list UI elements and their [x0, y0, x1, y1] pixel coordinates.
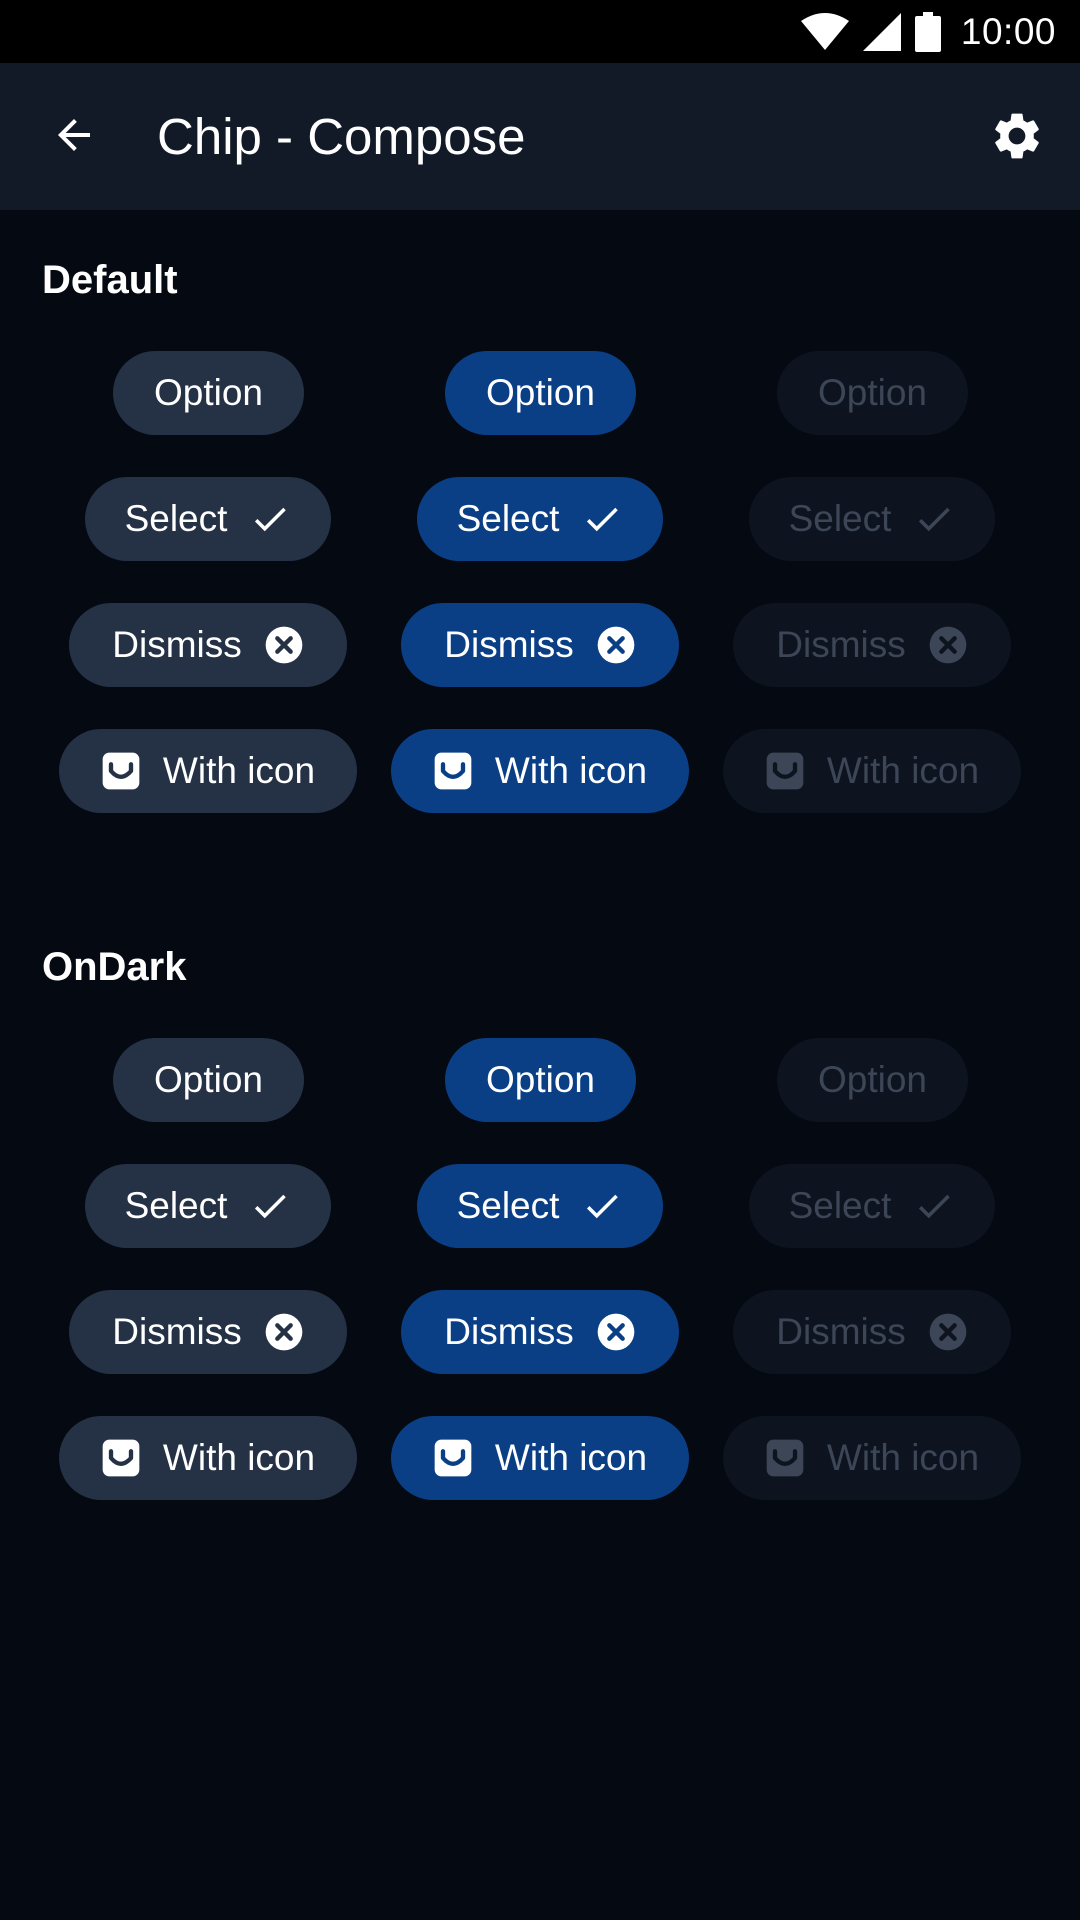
chip-label: Option: [153, 1059, 263, 1100]
inbox-icon: [433, 1438, 473, 1478]
chip-label: Dismiss: [444, 1311, 574, 1352]
check-icon: [913, 1185, 955, 1227]
dismiss-chip[interactable]: Dismiss: [69, 603, 347, 687]
chip-label: With icon: [162, 750, 316, 791]
arrow-back-icon: [50, 111, 98, 164]
with-icon-chip-disabled: With icon: [723, 729, 1021, 813]
inbox-icon: [433, 751, 473, 791]
close-circle-icon[interactable]: [264, 1312, 304, 1352]
select-chip-selected[interactable]: Select: [417, 477, 663, 561]
chip-label: Option: [485, 1059, 595, 1100]
select-chip[interactable]: Select: [85, 1164, 331, 1248]
with-icon-chip[interactable]: With icon: [59, 729, 357, 813]
gear-icon: [989, 108, 1045, 169]
chip-row-option: Option Option Option: [0, 351, 1080, 435]
back-button[interactable]: [32, 103, 116, 171]
dismiss-chip-disabled: Dismiss: [733, 603, 1011, 687]
status-time: 10:00: [960, 10, 1056, 52]
check-icon: [581, 498, 623, 540]
select-chip-disabled: Select: [749, 1164, 995, 1248]
chip-label: Option: [817, 372, 927, 413]
app-bar: Chip - Compose: [0, 63, 1080, 210]
inbox-icon: [101, 1438, 141, 1478]
chip-row-with-icon: With icon With icon With icon: [0, 1416, 1080, 1500]
chip-label: Select: [788, 1185, 892, 1226]
chip-label: With icon: [162, 1437, 316, 1478]
dismiss-chip-selected[interactable]: Dismiss: [401, 1290, 679, 1374]
chip-label: Select: [456, 498, 560, 539]
chip-label: Dismiss: [112, 1311, 242, 1352]
dismiss-chip[interactable]: Dismiss: [69, 1290, 347, 1374]
select-chip-selected[interactable]: Select: [417, 1164, 663, 1248]
wifi-icon: [800, 12, 849, 51]
close-circle-icon: [928, 625, 968, 665]
status-icons: 10:00: [800, 0, 1056, 63]
close-circle-icon: [928, 1312, 968, 1352]
status-bar: 10:00: [0, 0, 1080, 63]
option-chip-disabled: Option: [777, 351, 968, 435]
chip-label: Dismiss: [776, 1311, 906, 1352]
section-ondark: OnDark Option Option Option Select Selec…: [0, 937, 1080, 1517]
chip-label: Dismiss: [444, 624, 574, 665]
check-icon: [581, 1185, 623, 1227]
chip-row-dismiss: Dismiss Dismiss Dismiss: [0, 1290, 1080, 1374]
chip-label: Dismiss: [112, 624, 242, 665]
section-title: Default: [42, 258, 178, 302]
close-circle-icon[interactable]: [596, 625, 636, 665]
page-title: Chip - Compose: [157, 108, 526, 165]
chip-row-select: Select Select Select: [0, 477, 1080, 561]
chip-label: Select: [124, 498, 228, 539]
option-chip[interactable]: Option: [113, 1038, 304, 1122]
chip-label: Option: [153, 372, 263, 413]
inbox-icon: [101, 751, 141, 791]
chip-label: Select: [124, 1185, 228, 1226]
check-icon: [913, 498, 955, 540]
with-icon-chip-selected[interactable]: With icon: [391, 1416, 689, 1500]
dismiss-chip-selected[interactable]: Dismiss: [401, 603, 679, 687]
option-chip[interactable]: Option: [113, 351, 304, 435]
check-icon: [249, 498, 291, 540]
with-icon-chip-selected[interactable]: With icon: [391, 729, 689, 813]
chip-label: Option: [817, 1059, 927, 1100]
settings-button[interactable]: [982, 103, 1052, 173]
chip-row-dismiss: Dismiss Dismiss Dismiss: [0, 603, 1080, 687]
chip-label: Option: [485, 372, 595, 413]
signal-icon: [862, 12, 901, 51]
battery-icon: [914, 11, 941, 52]
dismiss-chip-disabled: Dismiss: [733, 1290, 1011, 1374]
select-chip[interactable]: Select: [85, 477, 331, 561]
chip-label: Dismiss: [776, 624, 906, 665]
chip-label: Select: [456, 1185, 560, 1226]
select-chip-disabled: Select: [749, 477, 995, 561]
inbox-icon: [765, 751, 805, 791]
option-chip-selected[interactable]: Option: [445, 1038, 636, 1122]
chip-label: Select: [788, 498, 892, 539]
chip-row-option: Option Option Option: [0, 1038, 1080, 1122]
close-circle-icon[interactable]: [264, 625, 304, 665]
chip-label: With icon: [494, 1437, 648, 1478]
chip-row-select: Select Select Select: [0, 1164, 1080, 1248]
with-icon-chip[interactable]: With icon: [59, 1416, 357, 1500]
option-chip-disabled: Option: [777, 1038, 968, 1122]
section-default: Default Option Option Option Select Sele…: [0, 250, 1080, 830]
option-chip-selected[interactable]: Option: [445, 351, 636, 435]
section-title: OnDark: [42, 945, 187, 989]
inbox-icon: [765, 1438, 805, 1478]
chip-label: With icon: [826, 750, 980, 791]
close-circle-icon[interactable]: [596, 1312, 636, 1352]
chip-label: With icon: [826, 1437, 980, 1478]
check-icon: [249, 1185, 291, 1227]
with-icon-chip-disabled: With icon: [723, 1416, 1021, 1500]
chip-row-with-icon: With icon With icon With icon: [0, 729, 1080, 813]
chip-label: With icon: [494, 750, 648, 791]
